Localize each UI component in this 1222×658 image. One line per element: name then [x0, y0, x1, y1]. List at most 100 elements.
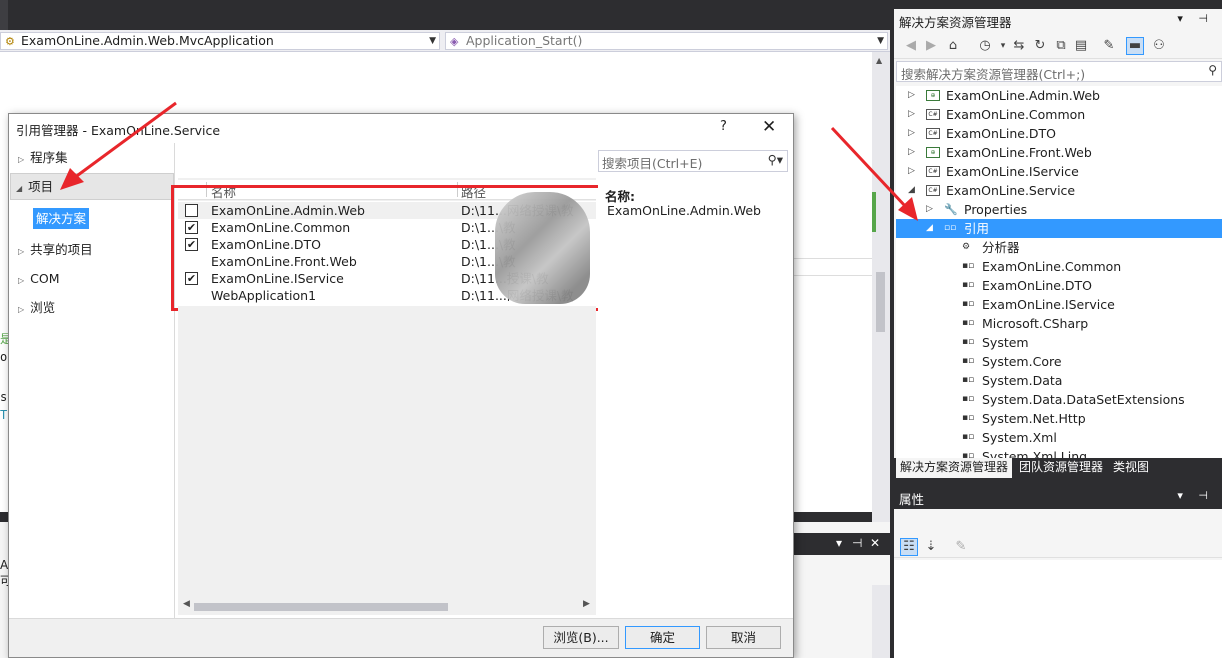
preview-selected-icon[interactable]: ▬ [1126, 37, 1144, 55]
search-icon[interactable]: ⚲▾ [768, 152, 783, 167]
nav-item-com[interactable]: ▷ COM [18, 269, 60, 289]
back-icon[interactable]: ◀ [902, 37, 920, 55]
tree-node[interactable]: ▷ ⊕ ExamOnLine.Front.Web [896, 143, 1222, 162]
tree-node[interactable]: ▪▫ ExamOnLine.DTO [896, 276, 1222, 295]
code-fragment: s [0, 390, 8, 404]
nav-item-browse[interactable]: ▷ 浏览 [18, 298, 55, 318]
collapse-arrow-icon[interactable]: ◢ [908, 181, 915, 200]
solution-explorer-tabs: 解决方案资源管理器 团队资源管理器 类视图 [894, 458, 1222, 478]
tab-solution-explorer[interactable]: 解决方案资源管理器 [896, 458, 1013, 478]
output-scrollbar[interactable] [872, 585, 890, 658]
tree-node[interactable]: ▪▫ ExamOnLine.IService [896, 295, 1222, 314]
nav-label: 浏览 [30, 300, 56, 315]
close-button[interactable]: ✕ [762, 117, 776, 137]
tree-node[interactable]: ▷ C# ExamOnLine.DTO [896, 124, 1222, 143]
dialog-search-input[interactable]: 搜索项目(Ctrl+E) ⚲▾ [598, 150, 788, 172]
home-icon[interactable]: ⌂ [944, 37, 962, 55]
tree-node[interactable]: ◢ C# ExamOnLine.Service [896, 181, 1222, 200]
tree-node[interactable]: ▪▫ Microsoft.CSharp [896, 314, 1222, 333]
change-marker [872, 192, 876, 232]
reference-icon: ▪▫ [962, 356, 975, 366]
ok-button[interactable]: 确定 [625, 626, 700, 649]
tree-node-label: System [982, 335, 1029, 350]
reference-icon: ▪▫ [962, 451, 975, 458]
class-diagram-icon[interactable]: ⚇ [1150, 37, 1168, 55]
pin-icon[interactable]: ▾ ⊣ [1177, 489, 1214, 502]
nav-item-shared-projects[interactable]: ▷ 共享的项目 [18, 240, 93, 260]
alphabetical-icon[interactable]: ⇣ [922, 538, 940, 556]
expand-arrow-icon[interactable]: ▷ [908, 124, 915, 143]
refresh-icon[interactable]: ↻ [1031, 37, 1049, 55]
show-all-files-icon[interactable]: ▤ [1072, 37, 1090, 55]
tree-node[interactable]: ▪▫ System [896, 333, 1222, 352]
tree-node[interactable]: ▪▫ System.Net.Http [896, 409, 1222, 428]
scrollbar-thumb[interactable] [876, 272, 885, 332]
solution-explorer-search[interactable]: 搜索解决方案资源管理器(Ctrl+;) ⚲ [896, 61, 1222, 82]
detail-name-value: ExamOnLine.Admin.Web [607, 203, 761, 218]
cancel-button[interactable]: 取消 [706, 626, 781, 649]
tab-team-explorer[interactable]: 团队资源管理器 [1015, 458, 1107, 478]
tab-class-view[interactable]: 类视图 [1109, 458, 1153, 478]
editor-vertical-scrollbar[interactable]: ▲ [872, 52, 890, 522]
tree-node[interactable]: ▷ C# ExamOnLine.Common [896, 105, 1222, 124]
solution-explorer-toolbar: ◀ ▶ ⌂ ◷ ▾ ⇆ ↻ ⧉ ▤ ✎ ▬ ⚇ [894, 33, 1222, 59]
expand-arrow-icon[interactable]: ▷ [908, 143, 915, 162]
tree-node[interactable]: ▪▫ System.Xml.Linq [896, 447, 1222, 458]
web-project-icon: ⊕ [926, 147, 940, 158]
member-dropdown[interactable]: ◈ Application_Start() ▼ [445, 32, 888, 50]
tree-node-label: ExamOnLine.Front.Web [946, 145, 1092, 160]
help-button[interactable]: ? [720, 119, 727, 134]
tree-node-label: ExamOnLine.Service [946, 183, 1076, 198]
dropdown-icon[interactable]: ▾ [836, 536, 842, 550]
scroll-right-icon[interactable]: ▶ [583, 599, 590, 609]
tree-node-label: 引用 [964, 221, 990, 236]
code-fragment: o [0, 350, 8, 364]
properties-wrench-icon[interactable]: ✎ [1100, 37, 1118, 55]
document-tab-stub[interactable] [0, 0, 8, 30]
tree-node[interactable]: ▪▫ ExamOnLine.Common [896, 257, 1222, 276]
properties-toolbar: ☷ ⇣ ✎ [894, 534, 1222, 558]
scroll-left-icon[interactable]: ◀ [183, 599, 190, 609]
forward-icon[interactable]: ▶ [922, 37, 940, 55]
tree-node[interactable]: ⚙ 分析器 [896, 238, 1222, 257]
close-icon[interactable]: ✕ [870, 536, 880, 550]
scrollbar-thumb[interactable] [194, 603, 448, 611]
sync-icon[interactable]: ⇆ [1010, 37, 1028, 55]
pin-icon[interactable]: ⊣ [852, 536, 862, 550]
property-pages-icon[interactable]: ✎ [952, 538, 970, 556]
browse-button[interactable]: 浏览(B)... [543, 626, 619, 649]
reference-icon: ▪▫ [962, 413, 975, 423]
tree-node[interactable]: ▷ C# ExamOnLine.IService [896, 162, 1222, 181]
tree-node[interactable]: ▷ ⊕ ExamOnLine.Admin.Web [896, 86, 1222, 105]
search-icon[interactable]: ⚲ [1208, 63, 1217, 77]
project-list-horizontal-scrollbar[interactable]: ◀ ▶ [178, 598, 596, 615]
history-icon[interactable]: ◷ [976, 37, 994, 55]
tree-node[interactable]: ◢ ▫▫ 引用 [896, 219, 1222, 238]
expand-arrow-icon[interactable]: ▷ [908, 162, 915, 181]
expand-arrow-icon[interactable]: ▷ [908, 86, 915, 105]
tree-node-label: System.Data.DataSetExtensions [982, 392, 1185, 407]
expand-arrow-icon[interactable]: ▷ [926, 200, 933, 219]
nav-item-projects[interactable]: ◢ 项目 [16, 177, 53, 197]
expand-arrow-icon[interactable]: ▷ [908, 105, 915, 124]
categorized-icon[interactable]: ☷ [900, 538, 918, 556]
scroll-up-icon[interactable]: ▲ [876, 56, 882, 65]
nav-item-solution[interactable]: 解决方案 [33, 208, 89, 229]
pin-icon[interactable]: ▾ ⊣ [1177, 12, 1214, 25]
tree-node[interactable]: ▷ 🔧 Properties [896, 200, 1222, 219]
collapse-arrow-icon[interactable]: ◢ [926, 219, 933, 238]
tree-node-label: Properties [964, 202, 1028, 217]
tree-node[interactable]: ▪▫ System.Core [896, 352, 1222, 371]
tree-node[interactable]: ▪▫ System.Data.DataSetExtensions [896, 390, 1222, 409]
tree-node-label: 分析器 [982, 240, 1020, 255]
collapse-all-icon[interactable]: ⧉ [1052, 37, 1070, 55]
solution-tree[interactable]: ▷ ⊕ ExamOnLine.Admin.Web ▷ C# ExamOnLine.Comm… [896, 86, 1222, 458]
code-fragment: T [0, 408, 8, 422]
type-dropdown[interactable]: ⚙ ExamOnLine.Admin.Web.MvcApplication ▼ [0, 32, 440, 50]
editor-navigation-bar: ⚙ ExamOnLine.Admin.Web.MvcApplication ▼ … [0, 30, 890, 52]
tree-node[interactable]: ▪▫ System.Xml [896, 428, 1222, 447]
tree-node[interactable]: ▪▫ System.Data [896, 371, 1222, 390]
detail-pane [598, 176, 793, 616]
nav-item-assemblies[interactable]: ▷ 程序集 [18, 148, 68, 168]
wrench-icon: 🔧 [944, 203, 958, 216]
